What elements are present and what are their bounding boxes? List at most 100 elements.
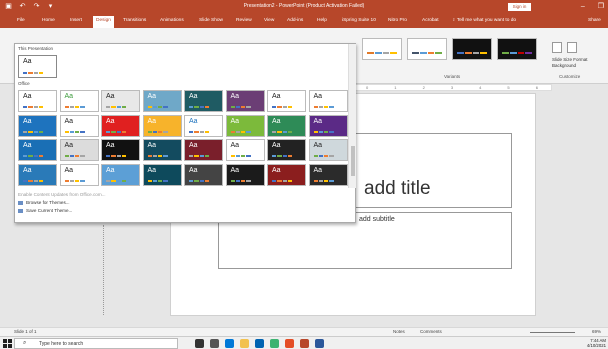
taskbar-search-input[interactable]: ⌕ Type here to search [14,338,178,349]
theme-thumbnail[interactable]: Aa [101,139,140,161]
comments-button[interactable]: Comments [420,329,442,334]
minimize-button[interactable]: – [581,1,585,13]
tell-me-search[interactable]: ♀ Tell me what you want to do [452,18,516,23]
theme-thumbnail[interactable]: Aa [142,114,182,137]
theme-thumbnail[interactable]: Aa [225,114,265,137]
office-section-label: Office [18,81,30,86]
variant-3[interactable] [452,38,492,60]
theme-thumbnail[interactable]: Aa [184,90,223,112]
search-icon: ⌕ [23,340,27,346]
theme-thumbnail[interactable]: Aa [142,139,182,161]
chrome-icon[interactable] [285,339,294,348]
theme-thumbnail[interactable]: Aa [142,90,182,112]
theme-thumbnail[interactable]: Aa [142,163,182,186]
store-icon[interactable] [255,339,264,348]
tab-help[interactable]: Help [317,18,327,23]
task-view-icon[interactable] [210,339,219,348]
theme-thumbnail[interactable]: Aa [59,114,99,137]
theme-thumbnail[interactable]: Aa [101,163,140,186]
theme-thumbnail[interactable]: Aa [18,139,57,161]
theme-thumbnail[interactable]: Aa [18,114,57,137]
theme-thumbnail[interactable]: Aa [18,163,57,186]
folder-icon [18,201,23,205]
theme-thumbnail[interactable]: Aa [18,90,57,112]
tab-slide-show[interactable]: Slide Show [199,18,223,23]
title-placeholder-text: add title [364,178,431,199]
cortana-icon[interactable] [195,339,204,348]
file-explorer-icon[interactable] [240,339,249,348]
theme-thumbnail[interactable]: Aa [308,163,348,186]
theme-thumbnail-text: Aa [230,166,240,174]
tab-add-ins[interactable]: Add-ins [287,18,303,23]
windows-taskbar: ⌕ Type here to search 7:44 AM 4/10/2021 [0,336,608,349]
theme-thumbnail[interactable]: Aa [184,163,223,186]
start-icon[interactable] [3,339,12,348]
theme-thumbnail[interactable]: Aa [101,114,140,137]
customize-group-label: Customize [559,74,581,79]
theme-thumbnail-text: Aa [230,93,240,100]
theme-thumbnail[interactable]: Aa [101,90,140,112]
edge-icon[interactable] [225,339,234,348]
app-icon[interactable] [270,339,279,348]
slide-size-button[interactable]: Slide Size [552,57,572,62]
tab-design[interactable]: Design [93,16,114,28]
slide-count: Slide 1 of 1 [14,329,37,334]
save-theme-icon [18,209,23,213]
theme-thumbnail-text: Aa [272,142,281,149]
tab-transitions[interactable]: Transitions [123,18,146,23]
variants-group-label: Variants [444,74,461,79]
theme-thumbnail[interactable]: Aa [59,163,99,186]
tab-home[interactable]: Home [42,18,55,23]
theme-thumbnail[interactable]: Aa [267,139,306,161]
theme-thumbnail[interactable]: Aa [267,90,306,112]
theme-thumbnail[interactable]: Aa [225,163,265,186]
current-theme-text: Aa [23,58,32,65]
tab-animations[interactable]: Animations [160,18,184,23]
theme-thumbnail[interactable]: Aa [225,90,265,112]
theme-thumbnail-text: Aa [313,93,323,100]
variant-1[interactable] [362,38,402,60]
tab-insert[interactable]: Insert [70,18,82,23]
theme-thumbnail-text: Aa [189,166,198,174]
notes-button[interactable]: Notes [393,329,405,334]
theme-thumbnail[interactable]: Aa [267,114,306,137]
theme-thumbnail[interactable]: Aa [308,114,348,137]
theme-thumbnail[interactable]: Aa [308,90,348,112]
scrollbar-thumb[interactable] [351,146,355,176]
theme-thumbnail[interactable]: Aa [308,139,348,161]
sign-in-button[interactable]: Sign in [508,3,531,11]
theme-thumbnail[interactable]: Aa [59,90,99,112]
vertical-ruler [103,225,109,315]
variant-2[interactable] [407,38,447,60]
theme-thumbnail[interactable]: Aa [225,139,265,161]
theme-thumbnail[interactable]: Aa [184,114,223,137]
tab-view[interactable]: View [264,18,274,23]
tab-acrobat[interactable]: Acrobat [422,18,439,23]
tab-review[interactable]: Review [236,18,252,23]
zoom-level[interactable]: 69% [592,329,601,334]
tab-file[interactable]: File [17,18,25,23]
slide-size-icon[interactable] [552,42,562,53]
share-button[interactable]: Share [588,18,601,23]
theme-thumbnail[interactable]: Aa [184,139,223,161]
gallery-scrollbar[interactable] [348,44,356,188]
powerpoint-taskbar-icon[interactable] [300,339,309,348]
theme-thumbnail-text: Aa [313,166,323,174]
tab-nitro-pro[interactable]: Nitro Pro [388,18,407,23]
zoom-slider[interactable] [530,332,575,333]
word-taskbar-icon[interactable] [315,339,324,348]
theme-thumbnail-text: Aa [106,93,115,100]
format-background-icon[interactable] [567,42,577,53]
restore-button[interactable]: ❐ [598,1,604,13]
search-placeholder: Type here to search [39,341,84,347]
current-theme-thumbnail[interactable]: Aa [18,55,57,78]
tab-ispring[interactable]: iSpring Suite 10 [342,18,376,23]
browse-themes-item[interactable]: Browse for Themes... [18,199,106,207]
save-theme-item[interactable]: Save Current Theme... [18,207,106,215]
variant-4[interactable] [497,38,537,60]
theme-thumbnail-text: Aa [64,93,74,100]
theme-thumbnail[interactable]: Aa [59,139,99,161]
clock-date[interactable]: 4/10/2021 [587,343,606,348]
theme-thumbnail[interactable]: Aa [267,163,306,186]
theme-thumbnail-text: Aa [147,93,157,100]
